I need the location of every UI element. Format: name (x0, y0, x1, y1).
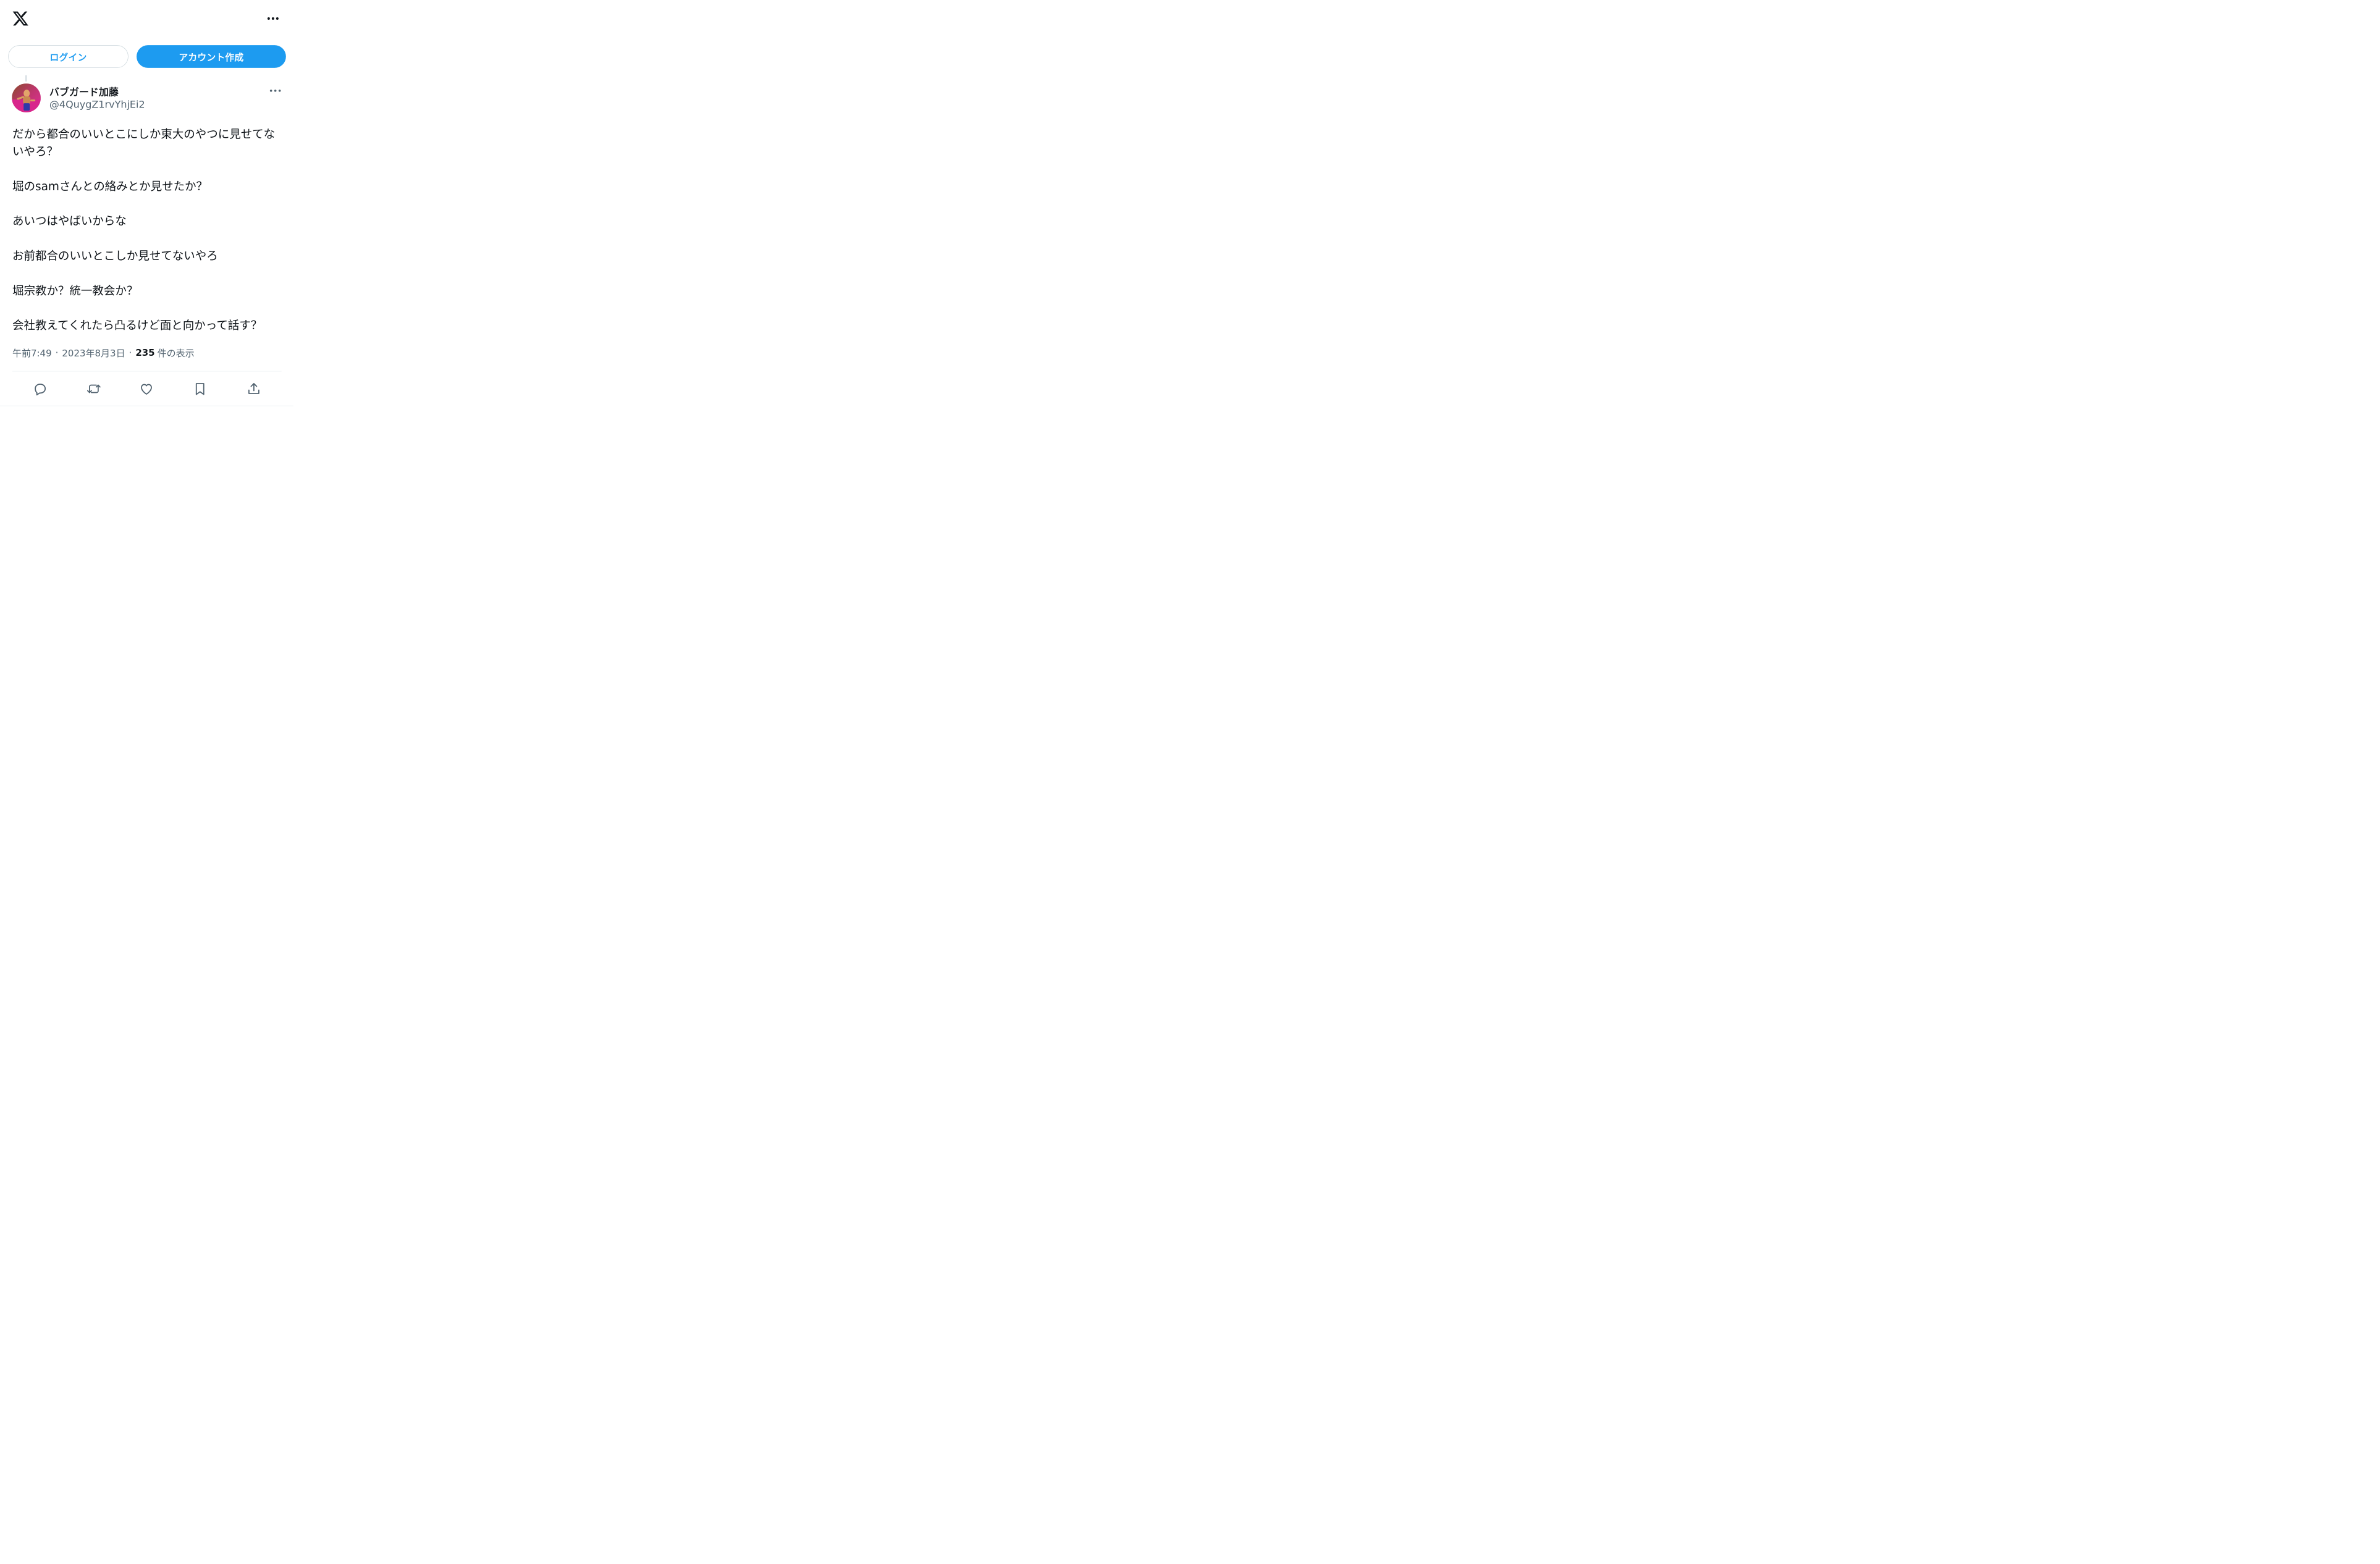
tweet-more-icon[interactable] (268, 84, 283, 98)
retweet-icon[interactable] (85, 380, 103, 398)
display-name[interactable]: バブガード加藤 (49, 84, 119, 98)
reply-icon[interactable] (32, 380, 49, 398)
thread-connector-line (25, 75, 27, 82)
x-logo-icon[interactable] (12, 10, 29, 27)
avatar[interactable] (11, 83, 41, 112)
tweet-meta: 午前7:49 · 2023年8月3日 · 235 件の表示 (12, 346, 195, 359)
views-label: 件の表示 (157, 348, 195, 359)
share-icon[interactable] (245, 380, 263, 398)
bottom-divider (0, 405, 293, 406)
views-count: 235 (135, 347, 155, 358)
user-handle[interactable]: @4QuygZ1rvYhjEi2 (49, 99, 145, 110)
tweet-text: だから都合のいいとこにしか東大のやつに見せてないやろ？ 堀のsamさんとの絡みと… (12, 127, 276, 332)
meta-separator: · (129, 347, 132, 358)
bookmark-icon[interactable] (192, 380, 209, 398)
tweet-panel: ログイン アカウント作成 バブガード加藤 @4QuygZ1rvYhjEi2 だか… (0, 0, 293, 406)
login-button[interactable]: ログイン (7, 44, 129, 68)
more-options-icon[interactable] (265, 11, 281, 26)
tweet-time[interactable]: 午前7:49 (12, 346, 52, 359)
create-account-button[interactable]: アカウント作成 (136, 44, 286, 68)
divider (12, 371, 282, 372)
meta-separator: · (55, 347, 59, 358)
heart-icon[interactable] (138, 380, 155, 398)
tweet-date[interactable]: 2023年8月3日 (62, 346, 125, 359)
